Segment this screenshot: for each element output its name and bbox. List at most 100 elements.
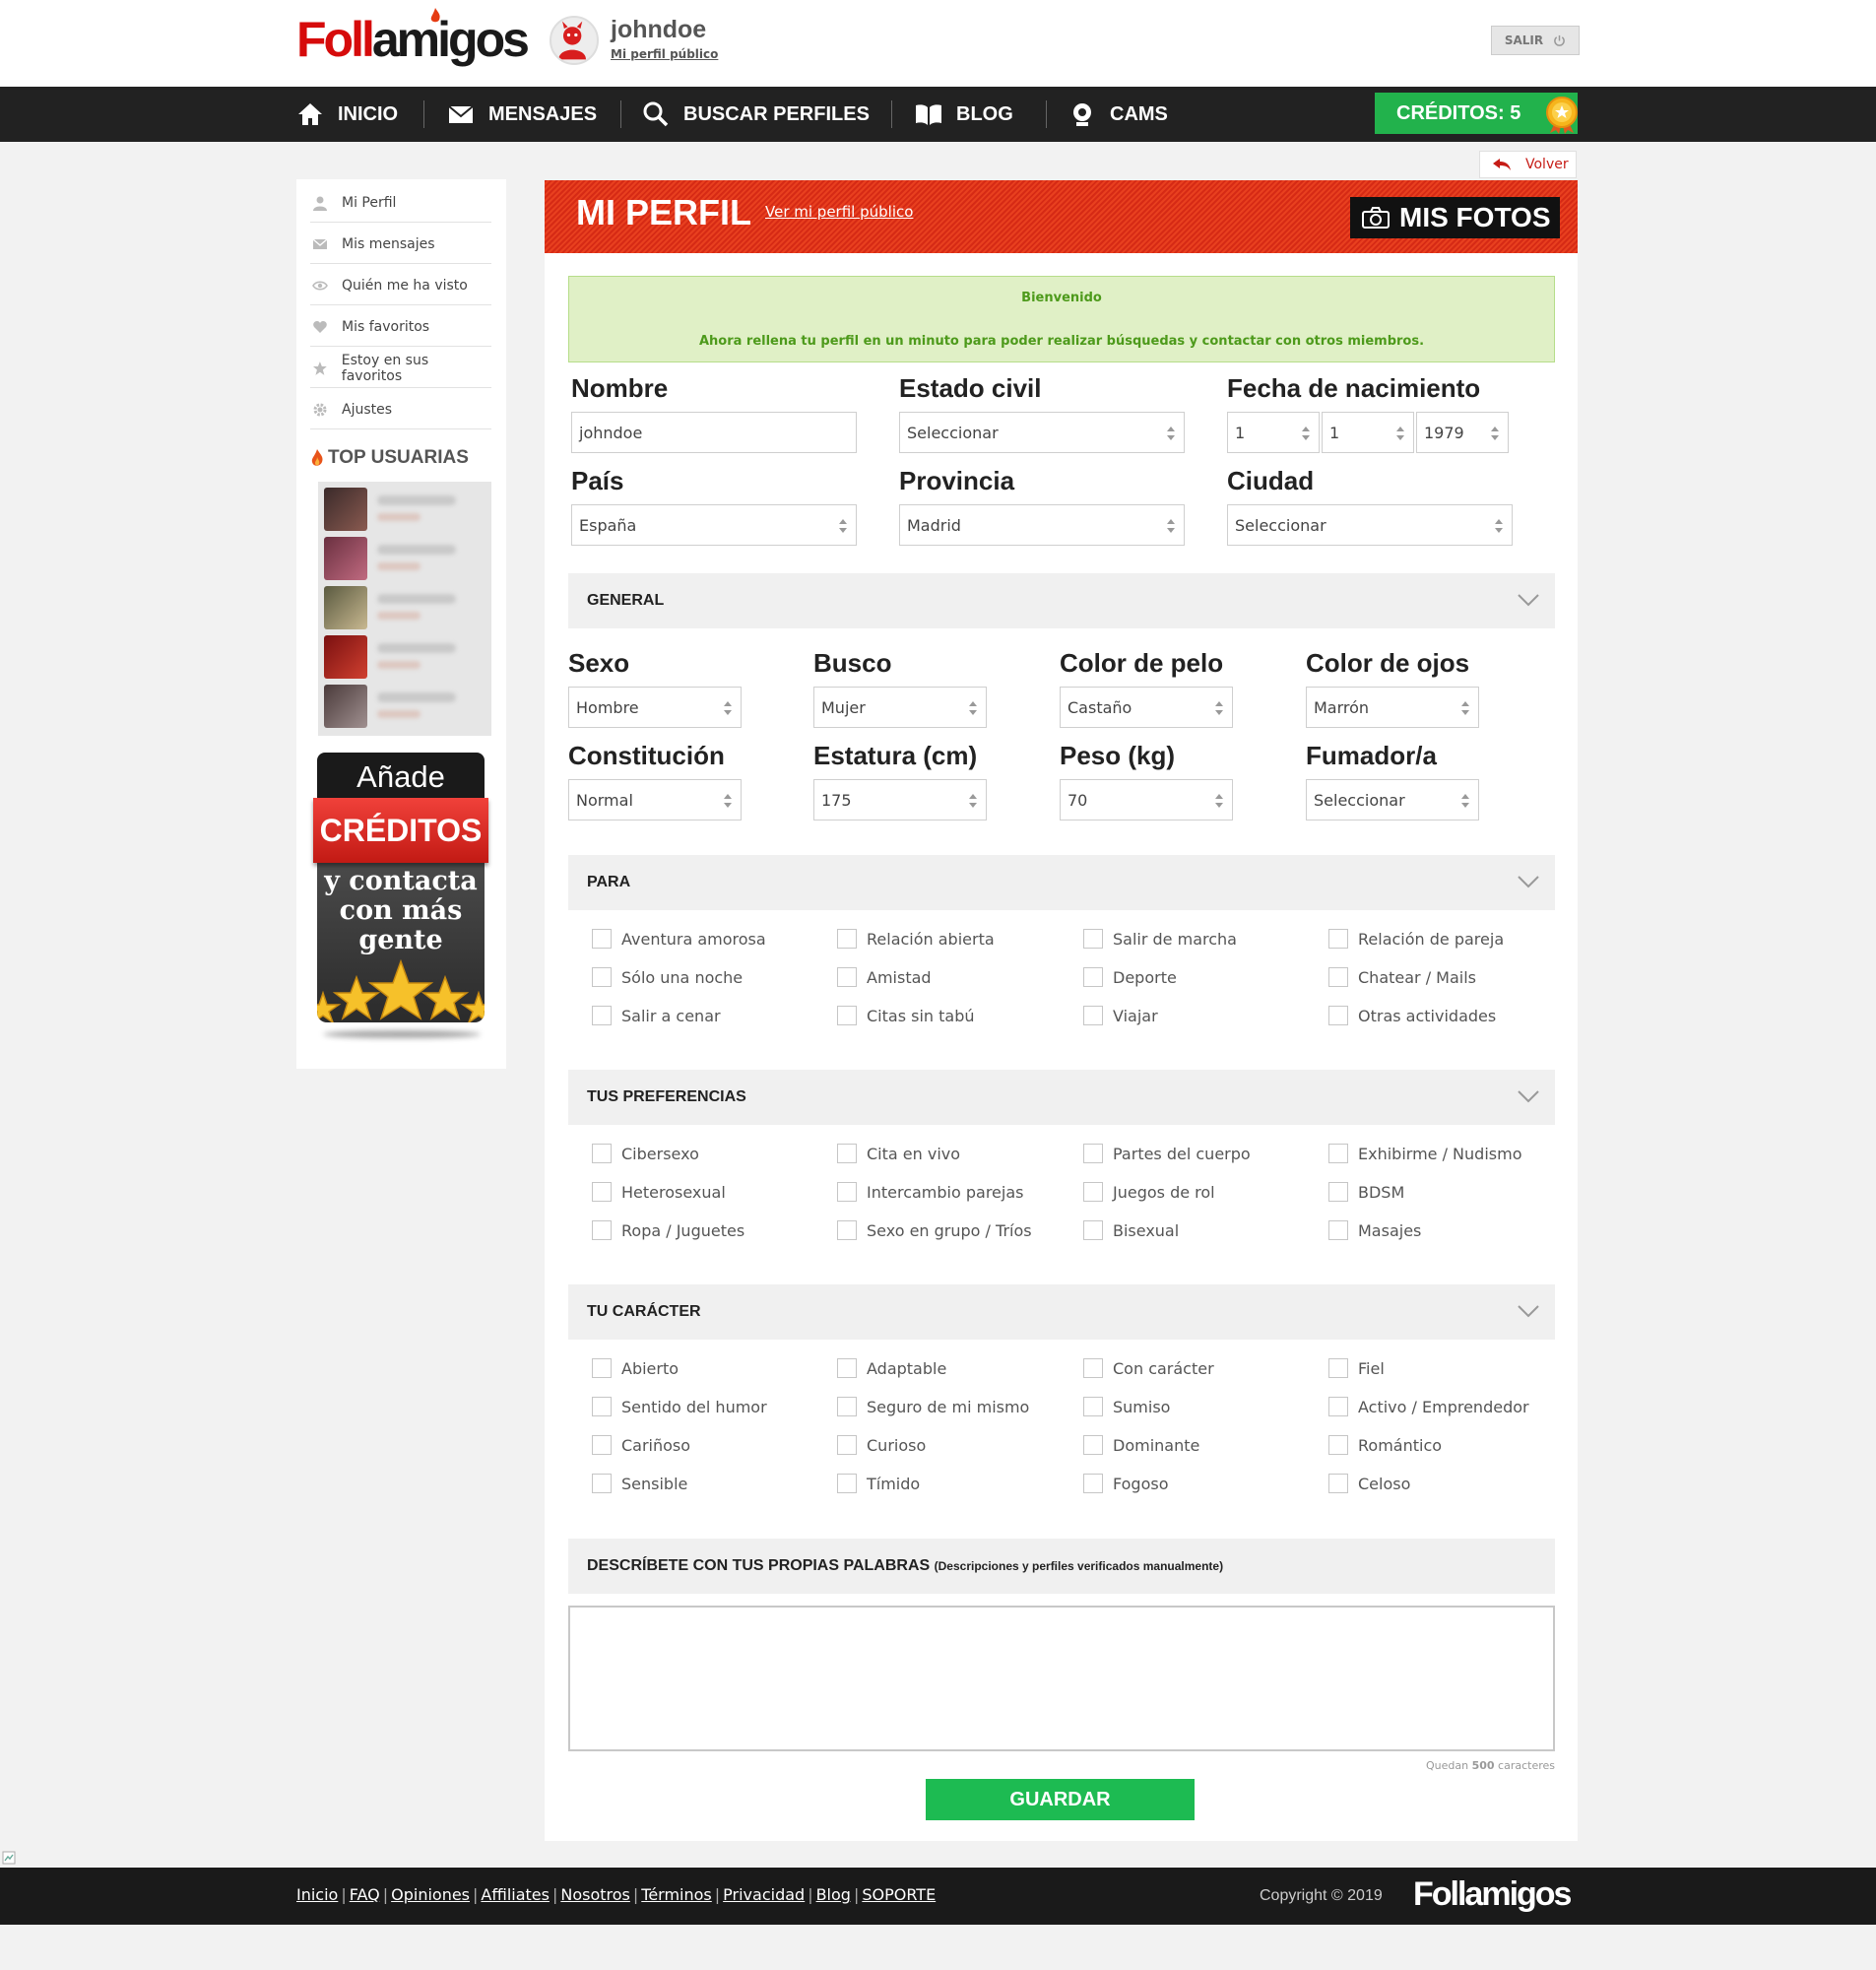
section-general-header[interactable]: GENERAL — [568, 573, 1555, 628]
checkbox-option[interactable]: Sólo una noche — [592, 965, 743, 989]
checkbox-option[interactable]: Tímido — [837, 1472, 920, 1495]
checkbox-box[interactable] — [1083, 1474, 1103, 1493]
checkbox-option[interactable]: Fogoso — [1083, 1472, 1169, 1495]
checkbox-option[interactable]: Con carácter — [1083, 1356, 1214, 1380]
checkbox-option[interactable]: Aventura amorosa — [592, 927, 766, 951]
nombre-input[interactable]: johndoe — [571, 412, 857, 453]
checkbox-option[interactable]: Relación abierta — [837, 927, 995, 951]
checkbox-box[interactable] — [1328, 1220, 1348, 1240]
checkbox-option[interactable]: Viajar — [1083, 1004, 1158, 1027]
checkbox-box[interactable] — [837, 1006, 857, 1025]
nav-inicio[interactable]: INICIO — [296, 87, 398, 142]
birth-year-select[interactable]: 1979 — [1416, 412, 1509, 453]
pais-select[interactable]: España — [571, 504, 857, 546]
footer-link[interactable]: Opiniones — [391, 1885, 470, 1904]
section-preferencias-header[interactable]: TUS PREFERENCIAS — [568, 1070, 1555, 1125]
checkbox-option[interactable]: Ropa / Juguetes — [592, 1218, 744, 1242]
checkbox-box[interactable] — [592, 967, 612, 987]
checkbox-option[interactable]: Exhibirme / Nudismo — [1328, 1142, 1521, 1165]
checkbox-box[interactable] — [837, 1182, 857, 1202]
checkbox-option[interactable]: Curioso — [837, 1433, 926, 1457]
checkbox-box[interactable] — [1328, 929, 1348, 949]
checkbox-box[interactable] — [1328, 1182, 1348, 1202]
checkbox-option[interactable]: Sexo en grupo / Tríos — [837, 1218, 1032, 1242]
footer-link[interactable]: Affiliates — [481, 1885, 550, 1904]
sidebar-item-mis-favoritos[interactable]: Mis favoritos — [310, 307, 491, 347]
checkbox-box[interactable] — [592, 1220, 612, 1240]
public-profile-link[interactable]: Mi perfil público — [611, 47, 718, 61]
checkbox-option[interactable]: Intercambio parejas — [837, 1180, 1023, 1204]
checkbox-option[interactable]: Heterosexual — [592, 1180, 726, 1204]
checkbox-option[interactable]: Cita en vivo — [837, 1142, 960, 1165]
nav-mensajes[interactable]: MENSAJES — [447, 87, 597, 142]
section-caracter-header[interactable]: TU CARÁCTER — [568, 1284, 1555, 1340]
checkbox-box[interactable] — [1083, 1220, 1103, 1240]
checkbox-box[interactable] — [1083, 929, 1103, 949]
checkbox-box[interactable] — [1328, 1144, 1348, 1163]
checkbox-option[interactable]: Masajes — [1328, 1218, 1421, 1242]
ciudad-select[interactable]: Seleccionar — [1227, 504, 1513, 546]
sidebar-item-estoy-en-sus-favoritos[interactable]: Estoy en sus favoritos — [310, 349, 491, 388]
checkbox-option[interactable]: Romántico — [1328, 1433, 1442, 1457]
checkbox-box[interactable] — [837, 1358, 857, 1378]
checkbox-option[interactable]: Abierto — [592, 1356, 679, 1380]
checkbox-box[interactable] — [592, 1358, 612, 1378]
logout-button[interactable]: SALIR — [1491, 26, 1580, 55]
fumador-select[interactable]: Seleccionar — [1306, 779, 1479, 821]
checkbox-option[interactable]: Deporte — [1083, 965, 1177, 989]
footer-link[interactable]: Blog — [816, 1885, 851, 1904]
checkbox-option[interactable]: Salir de marcha — [1083, 927, 1237, 951]
footer-link[interactable]: Nosotros — [560, 1885, 630, 1904]
my-photos-button[interactable]: MIS FOTOS — [1350, 197, 1560, 238]
view-public-profile-link[interactable]: Ver mi perfil público — [765, 203, 913, 221]
description-textarea[interactable] — [568, 1606, 1555, 1751]
checkbox-box[interactable] — [1328, 1474, 1348, 1493]
top-user-item[interactable] — [324, 635, 485, 681]
birth-day-select[interactable]: 1 — [1227, 412, 1320, 453]
checkbox-option[interactable]: Chatear / Mails — [1328, 965, 1476, 989]
peso-select[interactable]: 70 — [1060, 779, 1233, 821]
color-ojos-select[interactable]: Marrón — [1306, 687, 1479, 728]
checkbox-box[interactable] — [837, 967, 857, 987]
nav-cams[interactable]: CAMS — [1068, 87, 1168, 142]
estado-civil-select[interactable]: Seleccionar — [899, 412, 1185, 453]
birth-month-select[interactable]: 1 — [1322, 412, 1414, 453]
sidebar-item-ajustes[interactable]: Ajustes — [310, 390, 491, 429]
footer-link[interactable]: FAQ — [350, 1885, 380, 1904]
checkbox-option[interactable]: Partes del cuerpo — [1083, 1142, 1251, 1165]
checkbox-option[interactable]: Sentido del humor — [592, 1395, 767, 1418]
checkbox-option[interactable]: BDSM — [1328, 1180, 1404, 1204]
sidebar-item-mi-perfil[interactable]: Mi Perfil — [310, 183, 491, 223]
constitucion-select[interactable]: Normal — [568, 779, 742, 821]
checkbox-box[interactable] — [1328, 967, 1348, 987]
checkbox-box[interactable] — [837, 1397, 857, 1416]
footer-link[interactable]: SOPORTE — [862, 1885, 936, 1904]
footer-link[interactable]: Inicio — [296, 1885, 338, 1904]
checkbox-box[interactable] — [1328, 1358, 1348, 1378]
checkbox-box[interactable] — [1083, 1397, 1103, 1416]
checkbox-option[interactable]: Relación de pareja — [1328, 927, 1504, 951]
checkbox-box[interactable] — [1083, 1182, 1103, 1202]
checkbox-option[interactable]: Seguro de mi mismo — [837, 1395, 1029, 1418]
checkbox-option[interactable]: Adaptable — [837, 1356, 946, 1380]
checkbox-option[interactable]: Activo / Emprendedor — [1328, 1395, 1529, 1418]
checkbox-option[interactable]: Salir a cenar — [592, 1004, 721, 1027]
checkbox-box[interactable] — [592, 1474, 612, 1493]
checkbox-box[interactable] — [592, 1006, 612, 1025]
top-user-item[interactable] — [324, 537, 485, 582]
checkbox-box[interactable] — [1083, 1358, 1103, 1378]
checkbox-box[interactable] — [837, 929, 857, 949]
checkbox-option[interactable]: Amistad — [837, 965, 932, 989]
checkbox-box[interactable] — [592, 1435, 612, 1455]
checkbox-box[interactable] — [592, 1397, 612, 1416]
color-pelo-select[interactable]: Castaño — [1060, 687, 1233, 728]
site-logo[interactable]: Follamigos — [296, 8, 530, 67]
sidebar-item-mis-mensajes[interactable]: Mis mensajes — [310, 225, 491, 264]
footer-logo[interactable]: Follamigos — [1413, 1875, 1572, 1914]
checkbox-box[interactable] — [837, 1220, 857, 1240]
provincia-select[interactable]: Madrid — [899, 504, 1185, 546]
checkbox-option[interactable]: Citas sin tabú — [837, 1004, 975, 1027]
checkbox-box[interactable] — [592, 1182, 612, 1202]
checkbox-box[interactable] — [1083, 1435, 1103, 1455]
checkbox-box[interactable] — [1083, 1144, 1103, 1163]
